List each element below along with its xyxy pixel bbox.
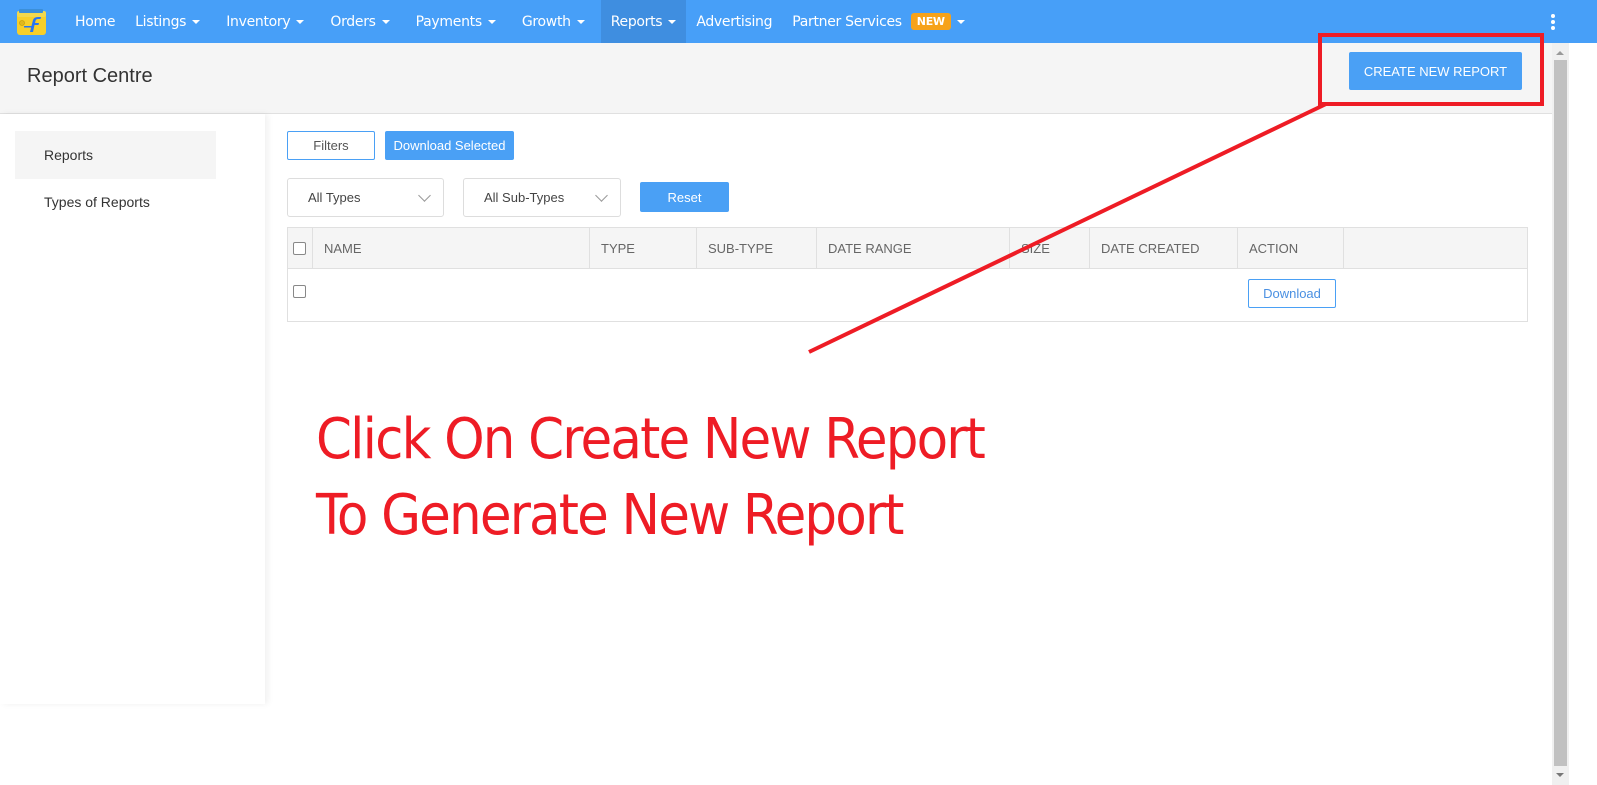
nav-payments[interactable]: Payments bbox=[406, 0, 506, 43]
reports-table: NAME TYPE SUB-TYPE DATE RANGE SIZE DATE … bbox=[287, 227, 1528, 322]
type-select[interactable]: All Types bbox=[287, 178, 444, 217]
row-checkbox[interactable] bbox=[293, 285, 306, 298]
nav-listings-label: Listings bbox=[135, 13, 187, 30]
kebab-menu-icon[interactable] bbox=[1551, 14, 1555, 30]
nav-home-label: Home bbox=[75, 13, 116, 30]
nav-advertising-label: Advertising bbox=[696, 13, 773, 30]
subtype-select-value: All Sub-Types bbox=[484, 190, 565, 205]
column-header-type[interactable]: TYPE bbox=[590, 228, 697, 268]
nav-listings[interactable]: Listings bbox=[125, 0, 210, 43]
chevron-down-icon bbox=[418, 189, 431, 202]
window-edge bbox=[1569, 43, 1597, 785]
select-all-cell bbox=[288, 228, 313, 268]
column-header-date-range[interactable]: DATE RANGE bbox=[817, 228, 1010, 268]
column-header-size[interactable]: SIZE bbox=[1010, 228, 1090, 268]
chevron-down-icon bbox=[595, 189, 608, 202]
column-header-action: ACTION bbox=[1238, 228, 1344, 268]
sidebar-item-label: Types of Reports bbox=[44, 194, 150, 210]
scrollbar-thumb[interactable] bbox=[1554, 60, 1567, 766]
caret-down-icon bbox=[381, 19, 390, 24]
nav-reports[interactable]: Reports bbox=[600, 0, 687, 43]
sidebar-item-reports[interactable]: Reports bbox=[15, 131, 216, 179]
annotation-line-2: To Generate New Report bbox=[316, 483, 905, 548]
filters-button[interactable]: Filters bbox=[287, 131, 375, 160]
reset-button[interactable]: Reset bbox=[640, 182, 729, 212]
column-header-sub-type[interactable]: SUB-TYPE bbox=[697, 228, 817, 268]
caret-down-icon bbox=[296, 19, 305, 24]
nav-partner-services-label: Partner Services bbox=[792, 13, 902, 30]
table-header: NAME TYPE SUB-TYPE DATE RANGE SIZE DATE … bbox=[288, 228, 1527, 269]
type-select-value: All Types bbox=[308, 190, 361, 205]
annotation-text: Click On Create New Report To Generate N… bbox=[316, 402, 986, 554]
caret-down-icon bbox=[487, 19, 496, 24]
vertical-scrollbar[interactable] bbox=[1552, 43, 1569, 785]
create-new-report-button[interactable]: CREATE NEW REPORT bbox=[1349, 52, 1522, 90]
download-selected-button[interactable]: Download Selected bbox=[385, 131, 514, 160]
nav-growth-label: Growth bbox=[521, 13, 571, 30]
page-title: Report Centre bbox=[27, 65, 153, 87]
sidebar-item-types-of-reports[interactable]: Types of Reports bbox=[15, 178, 216, 226]
column-header-name[interactable]: NAME bbox=[313, 228, 590, 268]
nav-inventory-label: Inventory bbox=[226, 13, 291, 30]
nav-inventory[interactable]: Inventory bbox=[216, 0, 314, 43]
nav-partner-services[interactable]: Partner Services NEW bbox=[782, 0, 975, 43]
nav-orders[interactable]: Orders bbox=[320, 0, 399, 43]
sidebar: Reports Types of Reports bbox=[0, 114, 265, 704]
caret-down-icon bbox=[576, 19, 585, 24]
nav-advertising[interactable]: Advertising bbox=[686, 0, 782, 43]
subtype-select[interactable]: All Sub-Types bbox=[463, 178, 621, 217]
new-badge: NEW bbox=[910, 13, 951, 30]
scroll-up-arrow-icon[interactable] bbox=[1556, 51, 1564, 55]
nav-growth[interactable]: Growth bbox=[512, 0, 595, 43]
annotation-line-1: Click On Create New Report bbox=[316, 407, 986, 472]
nav-reports-label: Reports bbox=[610, 13, 663, 30]
top-navigation-bar: Home Listings Inventory Orders Payments … bbox=[0, 0, 1597, 43]
page-header: Report Centre CREATE NEW REPORT bbox=[0, 43, 1552, 114]
download-button[interactable]: Download bbox=[1248, 279, 1336, 308]
nav-payments-label: Payments bbox=[415, 13, 482, 30]
nav-home[interactable]: Home bbox=[65, 0, 125, 43]
sidebar-item-label: Reports bbox=[44, 147, 94, 163]
scroll-down-arrow-icon[interactable] bbox=[1556, 773, 1564, 777]
caret-down-icon bbox=[192, 19, 201, 24]
flipkart-logo-icon[interactable] bbox=[16, 8, 47, 36]
column-header-date-created[interactable]: DATE CREATED bbox=[1090, 228, 1238, 268]
caret-down-icon bbox=[956, 19, 965, 24]
main-menu: Home Listings Inventory Orders Payments … bbox=[65, 0, 975, 43]
select-all-checkbox[interactable] bbox=[293, 242, 306, 255]
caret-down-icon bbox=[668, 19, 677, 24]
nav-orders-label: Orders bbox=[330, 13, 376, 30]
